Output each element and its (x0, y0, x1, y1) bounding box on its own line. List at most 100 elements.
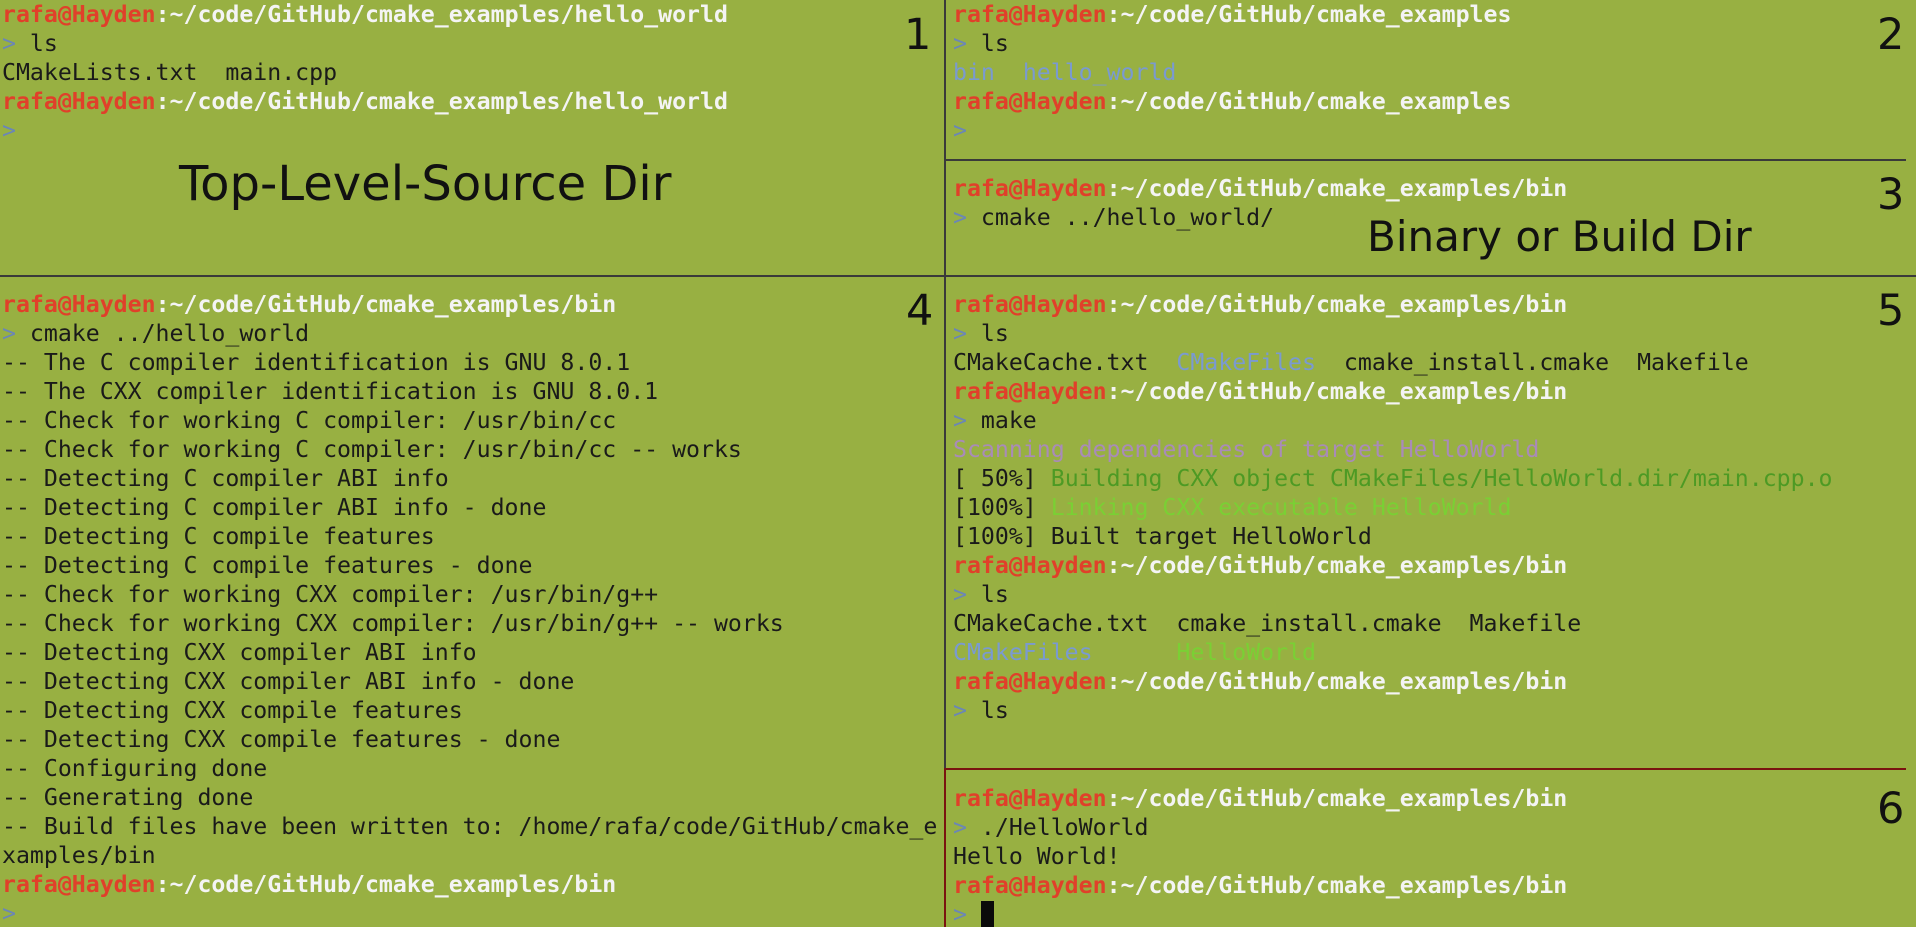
prompt-path: :~/code/GitHub/cmake_examples/bin (1106, 175, 1568, 202)
prompt-marker: > (953, 30, 981, 57)
prompt-user: rafa@Hayden (953, 785, 1107, 812)
prompt-marker: > (953, 901, 981, 927)
terminal-line: CMakeCache.txt cmake_install.cmake Makef… (953, 609, 1833, 638)
prompt-path: :~/code/GitHub/cmake_examples/bin (1106, 872, 1568, 899)
terminal-line: -- Detecting CXX compiler ABI info (2, 638, 937, 667)
terminal-line: rafa@Hayden:~/code/GitHub/cmake_examples… (953, 551, 1833, 580)
prompt-marker: > (2, 320, 30, 347)
terminal-line: rafa@Hayden:~/code/GitHub/cmake_examples… (2, 870, 937, 899)
output-text: -- Check for working C compiler: /usr/bi… (2, 407, 617, 434)
output-text: -- The C compiler identification is GNU … (2, 349, 631, 376)
output-text: ls (29, 30, 58, 57)
terminal-pane-5[interactable]: rafa@Hayden:~/code/GitHub/cmake_examples… (953, 290, 1916, 770)
terminal-pane-1[interactable]: rafa@Hayden:~/code/GitHub/cmake_examples… (0, 0, 944, 275)
output-text: -- Detecting CXX compiler ABI info (2, 639, 477, 666)
output-text: [100%] (953, 494, 1051, 521)
prompt-marker: > (953, 581, 981, 608)
terminal-pane-3[interactable]: rafa@Hayden:~/code/GitHub/cmake_examples… (953, 174, 1916, 275)
prompt-marker: > (953, 204, 981, 231)
prompt-path: :~/code/GitHub/cmake_examples/hello_worl… (155, 88, 728, 115)
output-text: -- Check for working CXX compiler: /usr/… (2, 610, 784, 637)
output-text: -- Check for working CXX compiler: /usr/… (2, 581, 659, 608)
output-text: -- Detecting C compiler ABI info - done (2, 494, 547, 521)
output-text: ls (980, 30, 1009, 57)
terminal-line: -- Check for working C compiler: /usr/bi… (2, 435, 937, 464)
output-text: Scanning dependencies of target HelloWor… (953, 436, 1540, 463)
output-text: Linking CXX executable HelloWorld (1050, 494, 1512, 521)
text-cursor (980, 901, 994, 927)
pane-divider-vertical-active[interactable] (944, 768, 946, 927)
prompt-path: :~/code/GitHub/cmake_examples/hello_worl… (155, 1, 728, 28)
terminal-line: > ls (953, 696, 1833, 725)
output-text: Hello World! (953, 843, 1121, 870)
terminal-line: -- Detecting C compile features (2, 522, 937, 551)
terminal-line: rafa@Hayden:~/code/GitHub/cmake_examples… (953, 377, 1833, 406)
prompt-marker: > (2, 30, 30, 57)
prompt-user: rafa@Hayden (953, 1, 1107, 28)
terminal-line: > (2, 116, 728, 145)
prompt-user: rafa@Hayden (2, 1, 156, 28)
output-text: cmake_install.cmake Makefile (1315, 349, 1749, 376)
terminal-line: xamples/bin (2, 841, 937, 870)
output-text: -- Generating done (2, 784, 254, 811)
output-text: -- Build files have been written to: /ho… (2, 813, 938, 840)
terminal-line: -- Detecting CXX compiler ABI info - don… (2, 667, 937, 696)
output-text: CMakeFiles (953, 639, 1093, 666)
output-text: CMakeCache.txt cmake_install.cmake Makef… (953, 610, 1582, 637)
prompt-path: :~/code/GitHub/cmake_examples/bin (155, 291, 617, 318)
output-text: -- Detecting C compile features (2, 523, 435, 550)
output-text: cmake ../hello_world (29, 320, 310, 347)
pane-divider-vertical[interactable] (944, 0, 946, 768)
terminal-line: Scanning dependencies of target HelloWor… (953, 435, 1833, 464)
terminal-line: rafa@Hayden:~/code/GitHub/cmake_examples… (2, 290, 937, 319)
prompt-path: :~/code/GitHub/cmake_examples/bin (1106, 378, 1568, 405)
pane-divider-horizontal-active[interactable] (946, 768, 1906, 770)
terminal-line: rafa@Hayden:~/code/GitHub/cmake_examples… (2, 87, 728, 116)
terminal-line: rafa@Hayden:~/code/GitHub/cmake_examples… (2, 0, 728, 29)
prompt-marker: > (953, 407, 981, 434)
output-text: cmake ../hello_world/ (980, 204, 1275, 231)
pane-number: 1 (904, 10, 932, 60)
terminal-line: -- Generating done (2, 783, 937, 812)
terminal-line: -- Check for working CXX compiler: /usr/… (2, 580, 937, 609)
prompt-path: :~/code/GitHub/cmake_examples/bin (1106, 785, 1568, 812)
terminal-line: > (953, 116, 1511, 145)
annotation-label: Binary or Build Dir (1367, 212, 1752, 261)
prompt-path: :~/code/GitHub/cmake_examples/bin (155, 871, 617, 898)
pane-number: 5 (1877, 290, 1905, 336)
terminal-line: CMakeLists.txt main.cpp (2, 58, 728, 87)
terminal-output: rafa@Hayden:~/code/GitHub/cmake_examples… (953, 784, 1567, 927)
terminal-line: -- Detecting CXX compile features - done (2, 725, 937, 754)
prompt-path: :~/code/GitHub/cmake_examples/bin (1106, 552, 1568, 579)
output-text: make (980, 407, 1037, 434)
terminal-line: > ./HelloWorld (953, 813, 1567, 842)
pane-number: 2 (1877, 10, 1905, 60)
output-text: -- Check for working C compiler: /usr/bi… (2, 436, 742, 463)
terminal-line: -- Configuring done (2, 754, 937, 783)
terminal-pane-6[interactable]: rafa@Hayden:~/code/GitHub/cmake_examples… (953, 784, 1916, 927)
prompt-marker: > (2, 117, 16, 144)
terminal-line: Hello World! (953, 842, 1567, 871)
terminal-line: > (953, 900, 1567, 927)
prompt-path: :~/code/GitHub/cmake_examples/bin (1106, 291, 1568, 318)
terminal-line: rafa@Hayden:~/code/GitHub/cmake_examples… (953, 290, 1833, 319)
terminal-pane-2[interactable]: rafa@Hayden:~/code/GitHub/cmake_examples… (953, 0, 1916, 159)
terminal-line: > (2, 899, 937, 927)
output-text: xamples/bin (2, 842, 156, 869)
output-text: ls (980, 581, 1009, 608)
output-text: -- Detecting C compiler ABI info (2, 465, 449, 492)
terminal-line: [100%] Linking CXX executable HelloWorld (953, 493, 1833, 522)
prompt-marker: > (953, 117, 967, 144)
prompt-path: :~/code/GitHub/cmake_examples/bin (1106, 668, 1568, 695)
terminal-pane-4[interactable]: rafa@Hayden:~/code/GitHub/cmake_examples… (0, 290, 944, 927)
terminal-line: CMakeCache.txt CMakeFiles cmake_install.… (953, 348, 1833, 377)
terminal-output: rafa@Hayden:~/code/GitHub/cmake_examples… (2, 290, 937, 927)
output-text: CMakeFiles (1176, 349, 1316, 376)
terminal-line: > ls (2, 29, 728, 58)
terminal-line: -- Detecting C compile features - done (2, 551, 937, 580)
pane-divider-horizontal[interactable] (0, 275, 1916, 277)
output-text: -- The CXX compiler identification is GN… (2, 378, 659, 405)
terminal-line: -- Detecting C compiler ABI info - done (2, 493, 937, 522)
pane-divider-horizontal[interactable] (946, 159, 1906, 161)
